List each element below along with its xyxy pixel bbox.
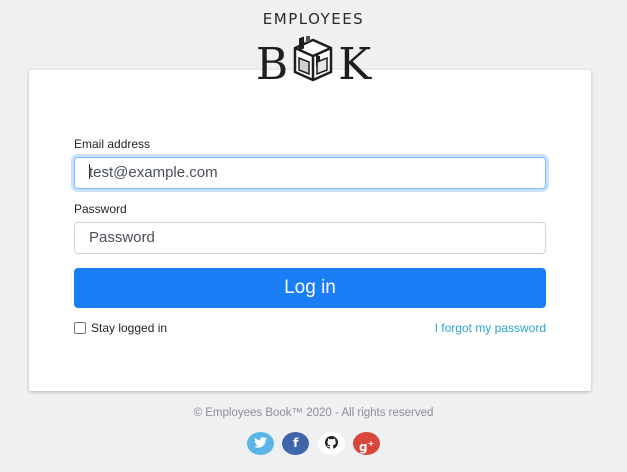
forgot-password-link[interactable]: I forgot my password (435, 321, 546, 335)
google-plus-icon[interactable]: g+ (353, 432, 381, 455)
stay-logged-in-label: Stay logged in (91, 321, 168, 335)
brand-logo-k: K (338, 39, 372, 90)
brand-logo: B K (0, 31, 627, 94)
github-icon[interactable] (317, 432, 345, 455)
twitter-icon[interactable] (246, 432, 274, 455)
email-label: Email address (74, 137, 151, 151)
brand-top-text: EMPLOYEES (262, 10, 365, 28)
email-input[interactable]: test@example.com (74, 157, 546, 189)
checkbox-box[interactable] (74, 322, 86, 334)
facebook-icon[interactable]: f (282, 432, 310, 455)
brand-logo-b: B (255, 39, 289, 90)
password-input[interactable]: Password (74, 222, 546, 254)
email-placeholder: test@example.com (89, 164, 218, 181)
social-links: f g+ (0, 432, 627, 455)
password-label: Password (74, 202, 127, 216)
login-button[interactable]: Log in (74, 268, 546, 308)
footer-copyright: © Employees Book™ 2020 - All rights rese… (193, 407, 434, 419)
book-stack-icon (289, 31, 337, 94)
stay-logged-in-checkbox[interactable]: Stay logged in (74, 321, 167, 335)
password-placeholder: Password (89, 229, 155, 246)
